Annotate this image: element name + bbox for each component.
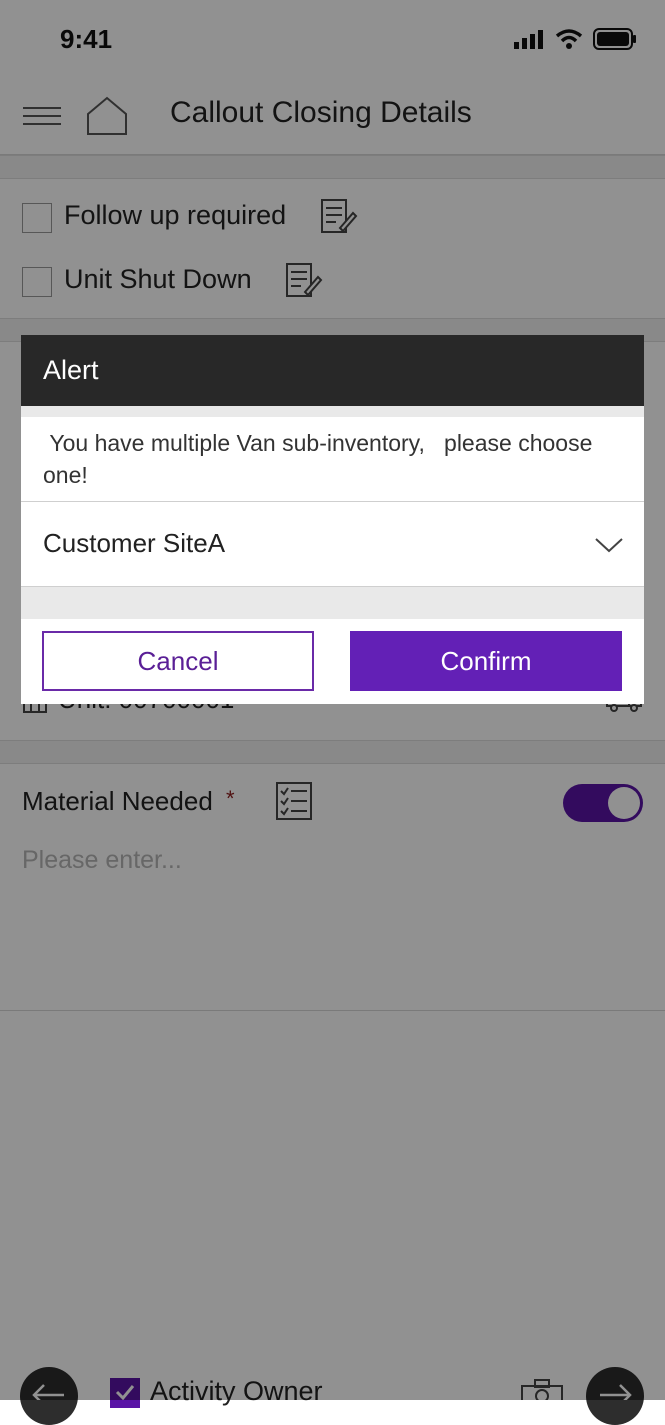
dialog-title: Alert — [43, 355, 99, 385]
alert-dialog: Alert You have multiple Van sub-inventor… — [21, 335, 644, 704]
dialog-spacer — [21, 587, 644, 619]
dialog-divider — [21, 406, 644, 417]
cancel-button[interactable]: Cancel — [42, 631, 314, 691]
chevron-down-icon — [595, 538, 623, 553]
sub-inventory-select[interactable]: Customer SiteA — [21, 501, 644, 587]
select-value: Customer SiteA — [43, 528, 226, 558]
confirm-button[interactable]: Confirm — [350, 631, 622, 691]
dialog-header: Alert — [21, 335, 644, 406]
dialog-message: You have multiple Van sub-inventory, ple… — [43, 430, 599, 488]
